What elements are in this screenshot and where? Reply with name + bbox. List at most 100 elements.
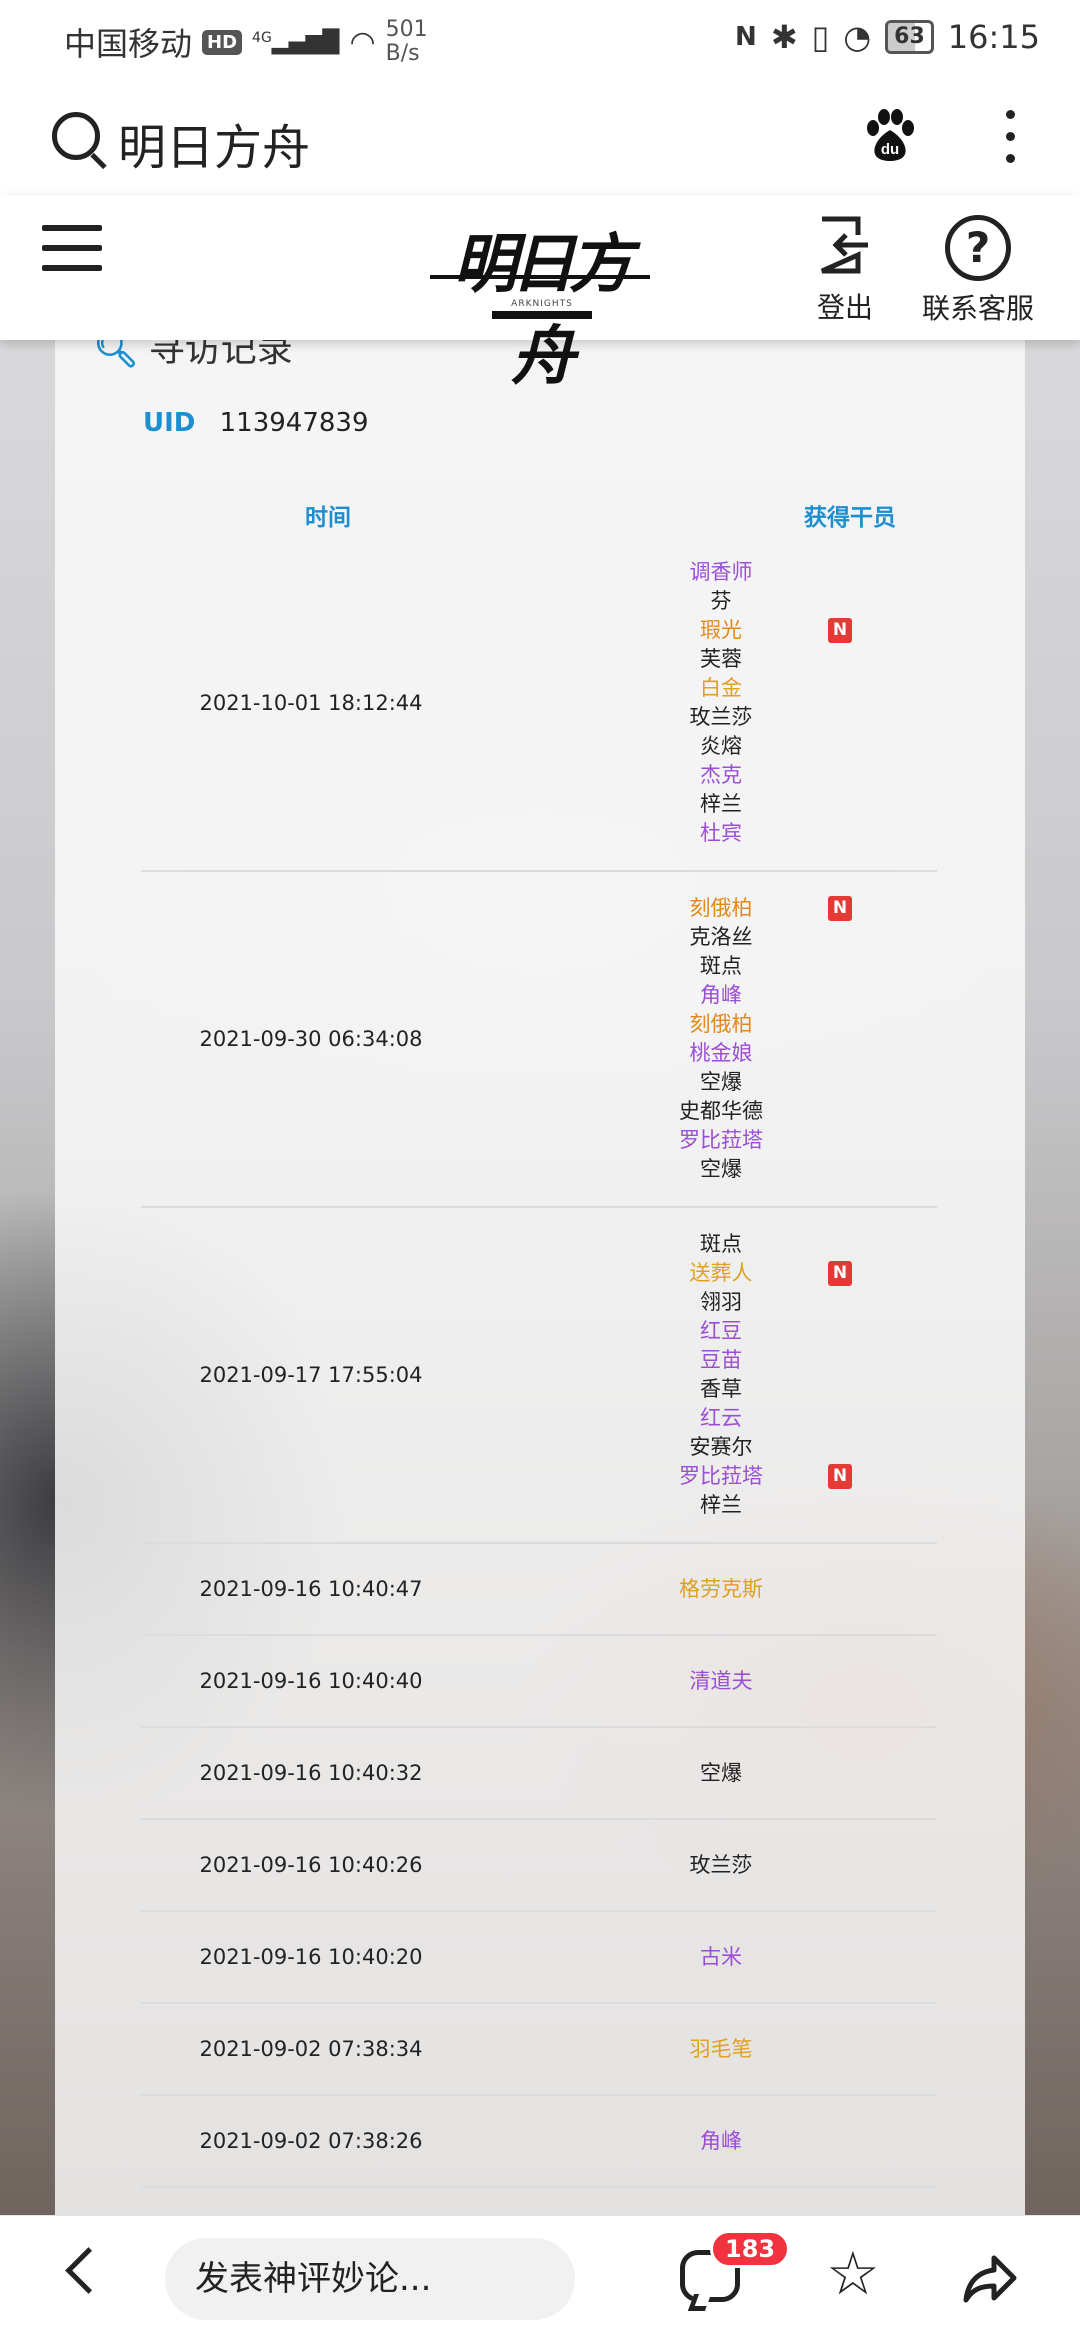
record-time: 2021-09-16 10:40:47 [199,1577,423,1601]
operator-name-text: 斑点 [700,954,742,978]
operator-name-text: 罗比菈塔 [679,1464,763,1488]
new-badge: N [828,618,852,643]
new-badge: N [828,896,852,921]
operator-name-text: 角峰 [700,983,742,1007]
signal-icon: 4G▂▄▆█ [252,29,340,55]
net-speed-value: 501 [385,17,428,42]
operator-name: 梓兰 [541,1491,901,1520]
operator-name-text: 格劳克斯 [679,1576,763,1601]
column-header-operator: 获得干员 [804,505,896,531]
record-time: 2021-09-02 07:38:26 [199,2129,423,2153]
record-time: 2021-09-16 10:40:32 [199,1761,423,1785]
carrier-label: 中国移动 [64,25,193,63]
customer-service-label: 联系客服 [921,292,1034,325]
back-icon[interactable] [65,2247,112,2294]
operator-name: 桃金娘 [541,1039,901,1068]
svg-text:du: du [881,141,899,158]
operator-name: 红豆 [541,1317,901,1346]
operator-name: 清道夫 [541,1667,901,1696]
comment-input[interactable]: 发表神评妙论... [165,2238,575,2320]
uid-label: UID [143,408,196,438]
share-icon[interactable] [960,2248,1020,2308]
customer-service-button[interactable]: ? 联系客服 [918,215,1038,327]
operator-name-text: 桃金娘 [689,1041,753,1065]
bluetooth-icon: ✱ [770,18,798,56]
search-icon[interactable] [52,112,100,160]
operator-name-text: 空爆 [700,1760,742,1785]
arknights-logo[interactable]: 明日方舟 ARKNIGHTS [430,213,650,394]
operator-name-text: 杜宾 [700,821,742,845]
record-operators: 刻俄柏 N 克洛丝 斑点 角峰 刻俄柏 桃金娘 空爆 史都华德 罗比菈塔 空爆 [541,872,901,1206]
operator-name-text: 送葬人 [689,1261,753,1285]
operator-name-text: 炎熔 [700,734,742,758]
operator-name-text: 清道夫 [689,1668,753,1693]
operator-name: 杰克 [541,761,901,790]
record-operators: 格劳克斯 [541,1575,901,1604]
record-time: 2021-09-30 06:34:08 [199,1027,423,1051]
operator-name: 史都华德 [541,1097,901,1126]
operator-name: 格劳克斯 [541,1575,901,1604]
vibrate-icon: ▯ [811,18,830,56]
record-operators: 玫兰莎 [541,1851,901,1880]
operator-name: 芬 [541,587,901,616]
operator-name: 空爆 [541,1155,901,1184]
operator-name-text: 香草 [700,1377,742,1401]
operator-name-text: 斑点 [700,1232,742,1256]
record-time: 2021-09-02 07:38:34 [199,2037,423,2061]
status-bar: 中国移动 HD 4G▂▄▆█ ◠ 501 B/s N ✱ ▯ ◔ 63 16:1… [0,0,1080,80]
operator-name: 斑点 [541,1230,901,1259]
record-row: 2021-09-16 10:40:26 玫兰莎 [141,1820,937,1912]
network-label: 4G [252,29,272,46]
new-badge: N [828,1464,852,1489]
net-speed-unit: B/s [385,41,420,66]
records-table: 2021-10-01 18:12:44 调香师芬瑕光 N 芙蓉 白金 玫兰莎 炎熔 杰克 梓兰杜… [141,536,937,2188]
record-time: 2021-09-17 17:55:04 [199,1363,423,1387]
operator-name-text: 芙蓉 [700,647,742,671]
operator-name: 罗比菈塔 [541,1126,901,1155]
more-vertical-icon[interactable] [1006,110,1016,163]
operator-name: 香草 [541,1375,901,1404]
logout-button[interactable]: 登出 [810,215,880,326]
operator-name-text: 刻俄柏 [689,1012,753,1036]
operator-name-text: 梓兰 [700,1493,742,1517]
operator-name-text: 羽毛笔 [689,2036,753,2061]
record-operators: 斑点 送葬人 N 翎羽 红豆 豆苗 香草 红云 安赛尔 罗比菈塔 N 梓兰 [541,1208,901,1542]
nfc-icon: N [735,22,757,52]
record-row: 2021-09-17 17:55:04 斑点 送葬人 N 翎羽 红豆 豆苗 香草 红云 安赛尔 罗比… [141,1208,937,1544]
new-badge: N [828,1261,852,1286]
hd-badge: HD [202,29,243,55]
site-header: 明日方舟 ARKNIGHTS 登出 ? 联系客服 [0,195,1080,394]
record-operators: 角峰 [541,2127,901,2156]
record-time: 2021-09-16 10:40:20 [199,1945,423,1969]
operator-name: 斑点 [541,952,901,981]
search-query[interactable]: 明日方舟 [118,108,310,178]
hamburger-menu-icon[interactable] [42,225,102,285]
operator-name: 炎熔 [541,732,901,761]
record-row: 2021-10-01 18:12:44 调香师芬瑕光 N 芙蓉 白金 玫兰莎 炎熔 杰克 梓兰杜… [141,536,937,872]
star-icon[interactable]: ☆ [826,2244,880,2304]
gacha-history-card: 🔍︎ 寻访记录 UID 113947839 时间 获得干员 2021-10-01 … [55,300,1025,2215]
browser-search-bar[interactable]: 明日方舟 du [0,80,1080,196]
operator-name: 克洛丝 [541,923,901,952]
operator-name: 刻俄柏 [541,1010,901,1039]
uid-row: UID 113947839 [143,408,369,438]
record-row: 2021-09-16 10:40:32 空爆 [141,1728,937,1820]
record-row: 2021-09-16 10:40:20 古米 [141,1912,937,2004]
operator-name: 玫兰莎 [541,703,901,732]
operator-name-text: 杰克 [700,763,742,787]
record-row: 2021-09-16 10:40:40 清道夫 [141,1636,937,1728]
battery-label: 63 [894,24,925,49]
wifi-icon: ◠ [349,24,376,60]
operator-name-text: 刻俄柏 [689,896,753,920]
logout-icon [820,216,868,274]
record-operators: 调香师芬瑕光 N 芙蓉 白金 玫兰莎 炎熔 杰克 梓兰 杜宾 [541,536,901,870]
operator-name: 安赛尔 [541,1433,901,1462]
baidu-paw-icon[interactable]: du [862,108,918,164]
net-speed: 501 B/s [386,18,428,66]
operator-name: 梓兰 [541,790,901,819]
operator-name-text: 罗比菈塔 [679,1128,763,1152]
clock: 16:15 [947,18,1040,56]
operator-name: 瑕光 N [541,616,901,645]
operator-name: 翎羽 [541,1288,901,1317]
operator-name-text: 安赛尔 [689,1435,753,1459]
